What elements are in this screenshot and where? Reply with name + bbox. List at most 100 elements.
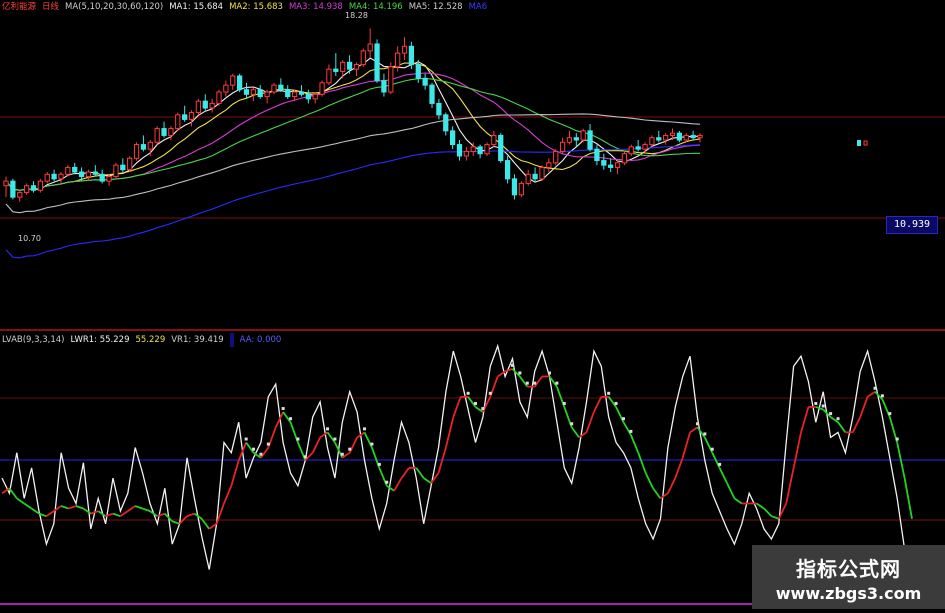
indicator-marker [718,462,722,466]
indicator-signal-segment [445,416,455,448]
indicator-signal-segment [82,507,92,515]
candle-body [140,144,147,150]
candle-body [346,61,353,70]
indicator-marker [570,422,574,426]
candle-body [477,146,483,155]
candle-body [559,141,566,152]
indicator-marker [533,381,537,385]
indicator-signal-segment [68,505,77,510]
ma5-value: MA5: 12.528 [408,2,463,12]
indicator-signal-segment [415,467,425,479]
indicator-signal-segment [171,520,180,525]
indicator-marker [289,417,293,421]
candle-body [857,140,861,146]
candle-body [37,180,43,191]
indicator-signal-segment [90,510,99,515]
indicator-marker [466,391,470,395]
indicator-signal-segment [260,447,270,459]
candle-body [443,114,449,132]
indicator-signal-segment [75,505,84,510]
indicator-signal-segment [31,507,40,515]
indicator-signal-segment [112,512,121,518]
candle-body [3,180,9,187]
indicator-signal-segment [8,487,18,499]
indicator-marker [326,427,330,431]
indicator-marker [629,429,633,433]
indicator-signal-segment [763,507,773,517]
indicator-marker [518,371,522,375]
indicator-marker [607,391,611,395]
candle-body [388,66,394,93]
candle-body [319,82,325,95]
indicator-marker [488,391,492,395]
stock-chart-area: 亿利能源 日线 MA(5,10,20,30,60,120) MA1: 15.68… [0,0,945,609]
candle-body [546,162,552,168]
candle-body [573,137,579,141]
candle-body [154,128,160,143]
candle-body [669,132,676,136]
ma-line-ma120 [5,143,701,259]
ma-box [229,333,234,347]
indicator-signal-segment [223,485,233,504]
indicator-signal-segment [689,426,698,434]
indicator-signal-segment [45,510,55,517]
indicator-panel-header: LVAB(9,3,3,14) LWR1: 55.229 55.229 VR1: … [0,333,281,347]
candle-body [216,91,222,104]
indicator-marker [555,381,559,385]
candle-body [133,144,140,159]
indicator-name: LVAB(9,3,3,14) [2,335,65,345]
candle-body [161,128,167,136]
candle-body [580,130,586,141]
candle-body [642,144,648,150]
candle-body [209,102,215,109]
ma-line-ma30 [5,77,700,191]
indicator-signal-segment [319,431,329,439]
candle-body [408,45,415,66]
indicator-signal-segment [230,460,240,486]
indicator-marker [303,455,307,459]
indicator-signal-segment [423,477,432,484]
indicator-signal-segment [519,375,529,388]
indicator-signal-segment [785,467,795,504]
candle-body [78,171,85,178]
candle-body [649,137,655,146]
candle-body [17,192,23,198]
indicator-marker [888,412,892,416]
candle-body [58,173,64,180]
candle-body [264,91,270,98]
indicator-signal-segment [311,437,321,454]
indicator-marker [710,447,714,451]
candle-body [326,68,332,84]
lwr2-value: 55.229 [135,335,166,345]
candle-body [395,52,401,68]
indicator-marker [873,386,877,390]
ma-line-ma20 [5,72,701,191]
candle-body [147,141,153,150]
candle-body [113,164,119,178]
aa-value: AA: 0.000 [239,335,282,345]
indicator-signal-segment [800,406,810,433]
candle-body [285,89,291,98]
candle-body [72,166,78,173]
ma1-value: MA1: 15.684 [169,2,224,12]
indicator-signal-segment [867,390,876,398]
candle-body [504,160,511,180]
candle-body [202,100,208,109]
ma6-value: MA6 [468,2,488,12]
candle-body [23,185,30,194]
indicator-marker [252,447,256,451]
candle-body [127,157,133,171]
candle-body [353,64,360,70]
indicator-signal-segment [674,457,684,479]
indicator-marker [333,437,337,441]
indicator-marker [829,412,833,416]
indicator-signal-segment [852,416,862,433]
candle-body [188,112,195,120]
candle-body [498,134,504,162]
candle-body [456,144,463,157]
indicator-marker [703,432,707,436]
indicator-marker [821,404,825,408]
indicator-signal-segment [142,507,151,512]
indicator-marker [814,401,818,405]
candle-body [518,182,524,196]
